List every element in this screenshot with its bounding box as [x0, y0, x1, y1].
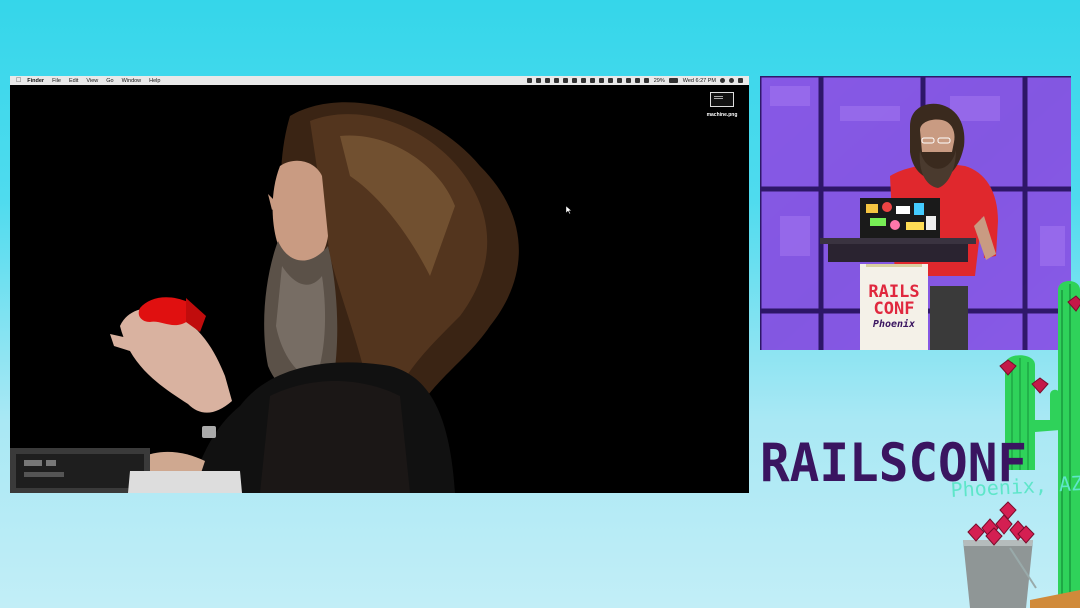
- menu-view[interactable]: View: [86, 78, 98, 84]
- podium-sign-line2: CONF: [873, 299, 915, 319]
- screen-record-icon[interactable]: [526, 78, 532, 83]
- mouse-cursor-icon: [566, 206, 572, 214]
- flux-icon[interactable]: [607, 78, 613, 83]
- menu-bar-status-area: 29% Wed 6:27 PM: [523, 76, 743, 85]
- battery-icon[interactable]: [668, 78, 678, 83]
- desktop-wallpaper-photo: [10, 76, 749, 493]
- mac-menu-bar:  Finder File Edit View Go Window Help 2…: [10, 76, 749, 85]
- link-icon[interactable]: [589, 78, 595, 83]
- menu-finder[interactable]: Finder: [27, 78, 44, 84]
- podium-sign: RAILS CONF Phoenix: [860, 284, 928, 331]
- menu-edit[interactable]: Edit: [69, 78, 78, 84]
- menu-file[interactable]: File: [52, 78, 61, 84]
- cloud-icon[interactable]: [571, 78, 577, 83]
- notification-center-icon[interactable]: [738, 78, 743, 83]
- menu-help[interactable]: Help: [149, 78, 160, 84]
- sync-icon[interactable]: [580, 78, 586, 83]
- volume-icon[interactable]: [643, 78, 649, 83]
- dropbox-icon[interactable]: [535, 78, 541, 83]
- download-icon[interactable]: [544, 78, 550, 83]
- apple-menu-icon[interactable]: : [16, 76, 21, 85]
- settings-icon[interactable]: [562, 78, 568, 83]
- image-file-icon: [710, 92, 734, 107]
- menu-go[interactable]: Go: [106, 78, 113, 84]
- speaker-camera-feed: RAILS CONF Phoenix: [760, 76, 1071, 350]
- airplay-icon[interactable]: [634, 78, 640, 83]
- podium-sign-line3: Phoenix: [872, 319, 916, 330]
- spotlight-search-icon[interactable]: [720, 78, 725, 83]
- battery-percent[interactable]: 29%: [654, 78, 665, 84]
- globe-icon[interactable]: [598, 78, 604, 83]
- menu-bar-clock[interactable]: Wed 6:27 PM: [683, 78, 716, 84]
- desktop-file-machine-png[interactable]: machine.png: [705, 92, 739, 118]
- bluetooth-icon[interactable]: [616, 78, 622, 83]
- menu-window[interactable]: Window: [122, 78, 142, 84]
- presenter-screen:  Finder File Edit View Go Window Help 2…: [10, 76, 749, 493]
- desktop-file-label: machine.png: [706, 112, 738, 118]
- siri-icon[interactable]: [729, 78, 734, 83]
- wifi-icon[interactable]: [625, 78, 631, 83]
- alien-icon[interactable]: [553, 78, 559, 83]
